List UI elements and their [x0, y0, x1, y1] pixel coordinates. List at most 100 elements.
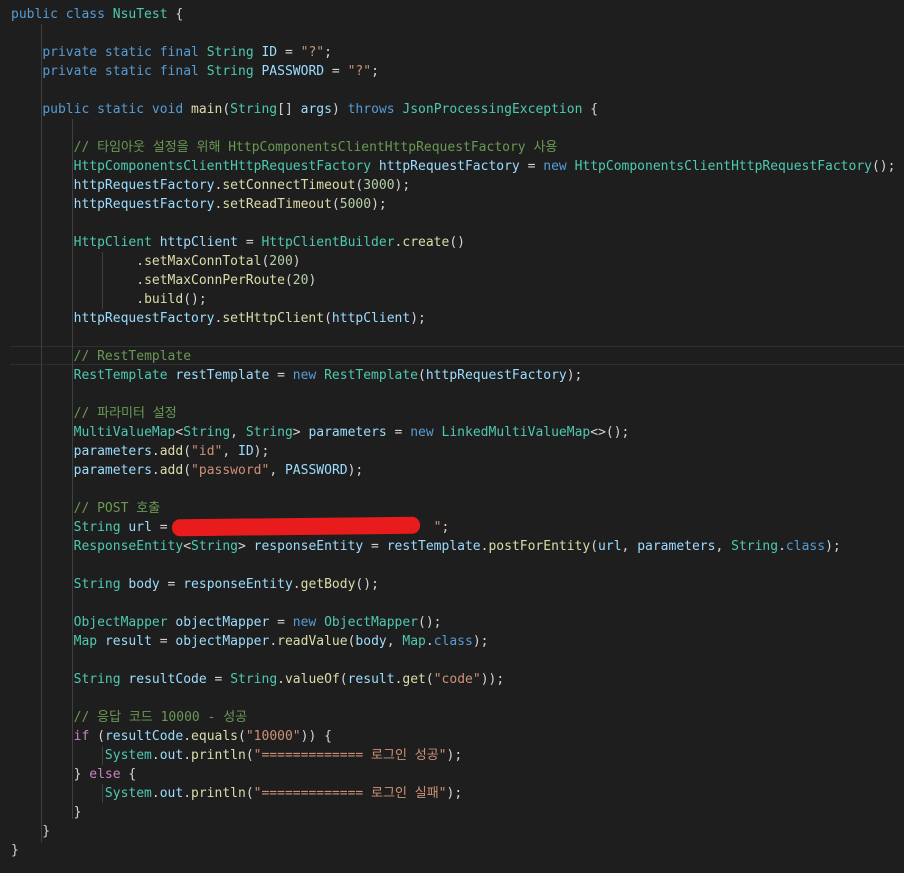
code-token: String: [230, 672, 278, 687]
code-token: (: [425, 672, 434, 687]
code-token: responseEntity: [183, 577, 293, 592]
redaction-mark: [171, 516, 421, 537]
code-line[interactable]: public static void main(String[] args) t…: [11, 100, 598, 119]
code-editor[interactable]: public class NsuTest { private static fi…: [0, 0, 904, 873]
code-line[interactable]: HttpClient httpClient = HttpClientBuilde…: [11, 233, 465, 252]
code-token: .: [151, 786, 160, 801]
code-token: ,: [269, 463, 285, 478]
code-token: parameters: [73, 444, 152, 459]
code-token: ,: [715, 539, 732, 554]
code-token: new: [543, 159, 575, 174]
code-line[interactable]: .setMaxConnTotal(200): [11, 252, 300, 271]
code-line[interactable]: parameters.add("id", ID);: [11, 442, 270, 461]
code-line[interactable]: public class NsuTest {: [11, 5, 183, 24]
code-token: .: [183, 748, 192, 763]
code-line[interactable]: ObjectMapper objectMapper = new ObjectMa…: [11, 613, 442, 632]
code-line[interactable]: .build();: [11, 290, 206, 309]
code-line[interactable]: RestTemplate restTemplate = new RestTemp…: [11, 366, 583, 385]
code-token: httpRequestFactory: [425, 368, 567, 383]
code-line[interactable]: // 파라미터 설정: [11, 404, 177, 423]
code-token: {: [128, 767, 137, 782]
code-token: create: [402, 235, 450, 250]
code-line[interactable]: httpRequestFactory.setConnectTimeout(300…: [11, 176, 411, 195]
code-token: String: [245, 425, 293, 440]
code-token: parameters: [73, 463, 152, 478]
code-token: readValue: [277, 634, 348, 649]
code-line[interactable]: MultiValueMap<String, String> parameters…: [11, 423, 630, 442]
code-token: }: [11, 843, 19, 858]
code-token: build: [144, 292, 184, 307]
code-token: postForEntity: [488, 539, 591, 554]
code-line[interactable]: System.out.println("============= 로그인 실패…: [11, 784, 462, 803]
code-token: ObjectMapper: [73, 615, 176, 630]
code-token: <>();: [590, 425, 630, 440]
code-token: }: [11, 805, 82, 820]
code-line[interactable]: // RestTemplate: [11, 347, 191, 366]
code-token: body: [128, 577, 160, 592]
code-line[interactable]: Map result = objectMapper.readValue(body…: [11, 632, 489, 651]
code-token: objectMapper: [175, 634, 270, 649]
code-token: get: [402, 672, 426, 687]
code-token: ;: [441, 520, 450, 535]
code-token: "============= 로그인 성공": [253, 748, 447, 763]
code-token: public class: [11, 7, 113, 22]
code-token: .: [11, 292, 145, 307]
code-token: ,: [230, 425, 246, 440]
code-token: PASSWORD: [261, 64, 325, 79]
code-token: new: [292, 615, 325, 630]
code-token: // 응답 코드 10000 - 성공: [73, 710, 248, 725]
code-token: "code": [433, 672, 481, 687]
code-line[interactable]: httpRequestFactory.setHttpClient(httpCli…: [11, 309, 426, 328]
code-line[interactable]: private static final String PASSWORD = "…: [11, 62, 379, 81]
code-line[interactable]: // POST 호출: [11, 499, 161, 518]
code-token: setHttpClient: [222, 311, 325, 326]
code-token: String: [73, 577, 129, 592]
code-line[interactable]: if (resultCode.equals("10000")) {: [11, 727, 332, 746]
code-token: httpRequestFactory: [73, 197, 215, 212]
code-line[interactable]: private static final String ID = "?";: [11, 43, 332, 62]
code-token: ID: [261, 45, 278, 60]
code-line[interactable]: String resultCode = String.valueOf(resul…: [11, 670, 505, 689]
code-line[interactable]: ResponseEntity<String> responseEntity = …: [11, 537, 841, 556]
code-line[interactable]: } else {: [11, 765, 137, 784]
code-token: (: [183, 444, 192, 459]
code-token: ): [308, 273, 317, 288]
code-token: =: [277, 45, 301, 60]
code-line[interactable]: System.out.println("============= 로그인 성공…: [11, 746, 462, 765]
code-token: (: [183, 463, 192, 478]
code-line[interactable]: .setMaxConnPerRoute(20): [11, 271, 316, 290]
code-line[interactable]: }: [11, 841, 19, 860]
code-line[interactable]: parameters.add("password", PASSWORD);: [11, 461, 364, 480]
code-line[interactable]: }: [11, 803, 82, 822]
code-line[interactable]: String body = responseEntity.getBody();: [11, 575, 379, 594]
code-token: setMaxConnTotal: [144, 254, 262, 269]
code-token: // RestTemplate: [73, 349, 192, 364]
code-line[interactable]: // 타임아웃 설정을 위해 HttpComponentsClientHttpR…: [11, 138, 558, 157]
code-token: parameters: [637, 539, 716, 554]
code-token: =: [324, 64, 348, 79]
code-line[interactable]: // 응답 코드 10000 - 성공: [11, 708, 248, 727]
code-token: String: [73, 672, 129, 687]
code-line[interactable]: httpRequestFactory.setReadTimeout(5000);: [11, 195, 387, 214]
code-token: String: [731, 539, 779, 554]
code-token: new: [410, 425, 442, 440]
code-token: String: [183, 425, 231, 440]
code-token: add: [159, 463, 184, 478]
code-token: result: [347, 672, 395, 687]
code-line[interactable]: }: [11, 822, 50, 841]
code-line[interactable]: HttpComponentsClientHttpRequestFactory h…: [11, 157, 896, 176]
code-token: String: [230, 102, 278, 117]
code-token: {: [167, 7, 184, 22]
code-token: (: [238, 729, 246, 744]
